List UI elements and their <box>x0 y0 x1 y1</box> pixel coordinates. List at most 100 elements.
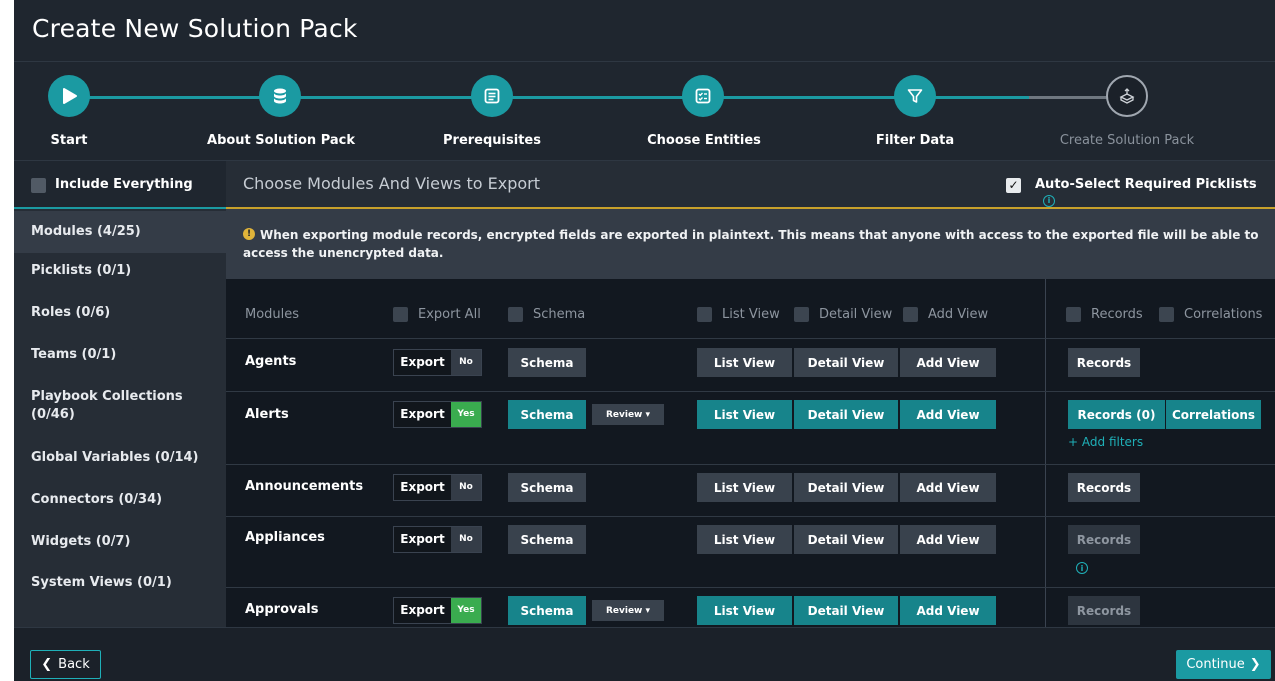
panel-header: Choose Modules And Views to Export ✓ Aut… <box>226 161 1275 209</box>
list-view-button[interactable]: List View <box>697 525 792 554</box>
header-detail-view[interactable]: Detail View <box>794 307 892 322</box>
auto-select-text: Auto-Select Required Picklists <box>1035 177 1257 192</box>
records-button[interactable]: Records <box>1068 596 1140 625</box>
review-label: Review <box>605 605 643 616</box>
toggle-state: Yes <box>451 598 481 623</box>
info-icon[interactable]: i <box>1076 562 1088 574</box>
detail-view-button[interactable]: Detail View <box>794 348 898 377</box>
add-view-button[interactable]: Add View <box>900 596 996 625</box>
auto-select-picklists-checkbox[interactable]: ✓ <box>1006 178 1021 193</box>
module-name: Announcements <box>245 479 364 494</box>
records-button[interactable]: Records <box>1068 525 1140 554</box>
detail-view-button[interactable]: Detail View <box>794 596 898 625</box>
list-view-button[interactable]: List View <box>697 400 792 429</box>
records-button[interactable]: Records <box>1068 348 1140 377</box>
row-divider <box>226 587 1275 588</box>
list-icon <box>484 88 500 104</box>
auto-select-picklists-label: Auto-Select Required Picklists i <box>1035 177 1275 207</box>
schema-button[interactable]: Schema <box>508 348 586 377</box>
include-everything-checkbox[interactable] <box>31 178 46 193</box>
sidebar-item-roles[interactable]: Roles (0/6) <box>14 304 226 322</box>
header-correlations-label: Correlations <box>1184 307 1263 322</box>
encryption-warning: ! When exporting module records, encrypt… <box>226 209 1275 279</box>
header-add-view[interactable]: Add View <box>903 307 988 322</box>
sidebar-item-playbook-collections[interactable]: Playbook Collections (0/46) <box>14 388 184 424</box>
list-view-button[interactable]: List View <box>697 596 792 625</box>
database-icon <box>274 88 286 104</box>
plus-icon: + <box>1068 435 1079 449</box>
sidebar-item-teams[interactable]: Teams (0/1) <box>14 346 226 364</box>
header-export-all[interactable]: Export All <box>393 307 481 322</box>
sidebar-item-system-views[interactable]: System Views (0/1) <box>14 574 226 592</box>
warning-text: When exporting module records, encrypted… <box>243 228 1259 260</box>
correlations-all-checkbox[interactable] <box>1159 307 1174 322</box>
add-filters-link[interactable]: + Add filters <box>1068 435 1143 449</box>
export-toggle[interactable]: Export No <box>393 526 482 553</box>
export-label: Export <box>400 355 445 369</box>
schema-button[interactable]: Schema <box>508 473 586 502</box>
step-start[interactable] <box>48 75 90 117</box>
add-view-all-checkbox[interactable] <box>903 307 918 322</box>
entity-sidebar: Include Everything Modules (4/25) Pickli… <box>14 161 226 627</box>
sidebar-item-modules[interactable]: Modules (4/25) <box>14 211 226 253</box>
header-modules-label: Modules <box>245 307 300 322</box>
add-view-button[interactable]: Add View <box>900 348 996 377</box>
list-view-all-checkbox[interactable] <box>697 307 712 322</box>
sidebar-item-global-variables[interactable]: Global Variables (0/14) <box>14 449 226 467</box>
module-name: Approvals <box>245 602 319 617</box>
records-button[interactable]: Records <box>1068 473 1140 502</box>
export-toggle[interactable]: Export Yes <box>393 597 482 624</box>
list-view-button[interactable]: List View <box>697 473 792 502</box>
back-label: Back <box>58 657 90 672</box>
add-view-button[interactable]: Add View <box>900 525 996 554</box>
include-everything-row[interactable]: Include Everything <box>14 161 226 209</box>
modules-table: Modules Export All Schema List View Deta… <box>226 279 1275 627</box>
row-divider <box>226 391 1275 392</box>
sidebar-item-connectors[interactable]: Connectors (0/34) <box>14 491 226 509</box>
chevron-left-icon: ❮ <box>41 657 53 672</box>
continue-label: Continue <box>1186 657 1245 672</box>
chevron-right-icon: ❯ <box>1249 657 1261 672</box>
step-prerequisites[interactable] <box>471 75 513 117</box>
header-schema[interactable]: Schema <box>508 307 585 322</box>
caret-down-icon: ▾ <box>645 605 651 616</box>
header-list-view-label: List View <box>722 307 780 322</box>
step-filter-data[interactable] <box>894 75 936 117</box>
detail-view-button[interactable]: Detail View <box>794 473 898 502</box>
schema-button[interactable]: Schema <box>508 525 586 554</box>
schema-button[interactable]: Schema <box>508 596 586 625</box>
continue-button[interactable]: Continue ❯ <box>1176 650 1271 679</box>
add-view-button[interactable]: Add View <box>900 473 996 502</box>
info-icon[interactable]: i <box>1043 194 1055 207</box>
export-toggle[interactable]: Export No <box>393 474 482 501</box>
add-view-button[interactable]: Add View <box>900 400 996 429</box>
toggle-state: No <box>451 527 481 552</box>
review-dropdown[interactable]: Review ▾ <box>592 600 664 621</box>
header-list-view[interactable]: List View <box>697 307 780 322</box>
list-view-button[interactable]: List View <box>697 348 792 377</box>
step-choose-entities[interactable] <box>682 75 724 117</box>
schema-button[interactable]: Schema <box>508 400 586 429</box>
export-toggle[interactable]: Export Yes <box>393 401 482 428</box>
records-button[interactable]: Records (0) <box>1068 400 1165 429</box>
schema-all-checkbox[interactable] <box>508 307 523 322</box>
records-all-checkbox[interactable] <box>1066 307 1081 322</box>
detail-view-button[interactable]: Detail View <box>794 525 898 554</box>
step-about-solution-pack[interactable] <box>259 75 301 117</box>
header-schema-label: Schema <box>533 307 586 322</box>
sidebar-item-picklists[interactable]: Picklists (0/1) <box>14 262 226 280</box>
header-records[interactable]: Records <box>1066 307 1143 322</box>
detail-view-button[interactable]: Detail View <box>794 400 898 429</box>
filter-icon <box>907 89 923 103</box>
back-button[interactable]: ❮ Back <box>30 650 101 679</box>
review-dropdown[interactable]: Review ▾ <box>592 404 664 425</box>
sidebar-item-widgets[interactable]: Widgets (0/7) <box>14 533 226 551</box>
header-export-all-label: Export All <box>418 307 481 322</box>
step-create-solution-pack[interactable] <box>1106 75 1148 117</box>
add-filters-label: Add filters <box>1081 435 1144 449</box>
correlations-button[interactable]: Correlations <box>1166 400 1261 429</box>
export-all-checkbox[interactable] <box>393 307 408 322</box>
header-correlations[interactable]: Correlations <box>1159 307 1262 322</box>
export-toggle[interactable]: Export No <box>393 349 482 376</box>
detail-view-all-checkbox[interactable] <box>794 307 809 322</box>
